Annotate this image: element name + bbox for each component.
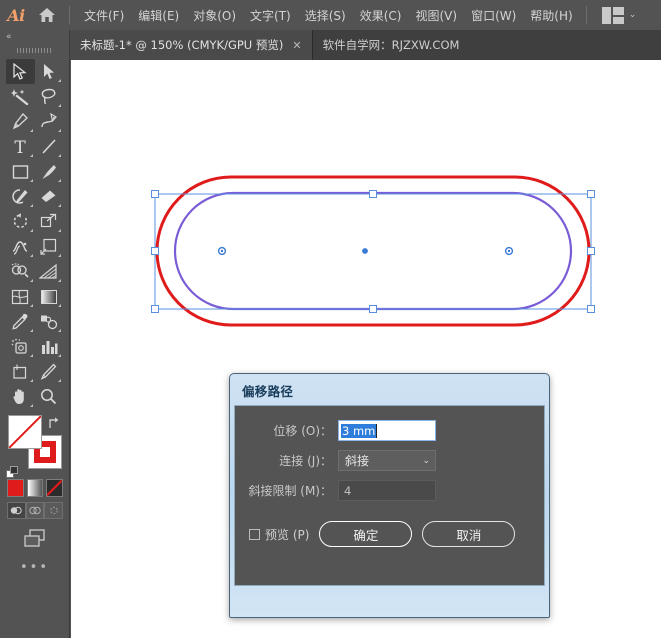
swap-fill-stroke-icon[interactable] (47, 415, 61, 429)
document-tab-bar: 未标题-1* @ 150% (CMYK/GPU 预览) ✕ 软件自学网：RJZX… (0, 30, 661, 60)
menu-item-edit[interactable]: 编辑(E) (131, 4, 186, 27)
offset-input-value: 3 mm (341, 423, 377, 438)
illustrator-logo: Ai (7, 5, 25, 25)
blend-tool[interactable] (35, 309, 64, 334)
selection-tool[interactable] (6, 59, 35, 84)
miter-limit-input[interactable]: 4 (338, 480, 436, 501)
lasso-tool[interactable] (35, 84, 64, 109)
preview-checkbox-group[interactable]: 预览 (P) (249, 526, 309, 543)
direct-selection-tool[interactable] (35, 59, 64, 84)
eraser-tool[interactable] (35, 184, 64, 209)
draw-normal-button[interactable] (7, 502, 26, 519)
selection-bounding-box (154, 193, 592, 310)
shaper-tool[interactable] (6, 184, 35, 209)
fill-stroke-controls (6, 415, 63, 478)
menu-item-effect[interactable]: 效果(C) (353, 4, 409, 27)
svg-text:T: T (15, 138, 27, 155)
tools-panel: « T ••• (0, 30, 70, 638)
menu-item-help[interactable]: 帮助(H) (523, 4, 579, 27)
miter-limit-field-row: 斜接限制 (M)： 4 (235, 480, 544, 501)
close-icon[interactable]: ✕ (292, 40, 301, 51)
draw-mode-row (7, 502, 64, 519)
chevron-down-icon: ⌄ (628, 9, 637, 20)
menu-item-window[interactable]: 窗口(W) (464, 4, 523, 27)
type-tool[interactable]: T (6, 134, 35, 159)
chevron-down-icon: ⌄ (422, 455, 430, 466)
collapse-panel-icon[interactable]: « (0, 30, 69, 44)
offset-input[interactable]: 3 mm (338, 420, 436, 441)
pen-tool[interactable] (6, 109, 35, 134)
joins-label: 连接 (J)： (279, 454, 332, 468)
dialog-title: 偏移路径 (242, 384, 294, 399)
hand-tool[interactable] (6, 384, 35, 409)
dialog-footer: 预览 (P) 确定 取消 (235, 510, 544, 547)
menu-item-type[interactable]: 文字(T) (243, 4, 298, 27)
gradient-tool[interactable] (35, 284, 64, 309)
original-path[interactable] (173, 191, 573, 311)
width-tool[interactable] (6, 234, 35, 259)
draw-inside-button[interactable] (44, 502, 64, 519)
tab-label: 软件自学网：RJZXW.COM (322, 38, 460, 52)
tab-watermark[interactable]: 软件自学网：RJZXW.COM (312, 30, 470, 60)
center-anchor-points[interactable] (217, 246, 514, 256)
workspace-grid-icon (601, 6, 624, 24)
offset-path-dialog[interactable]: 偏移路径 位移 (O)： 3 mm 连接 (J)： 斜接 ⌄ 斜接限制 (M)： (229, 373, 550, 618)
color-swatch-button[interactable] (7, 479, 24, 497)
screen-mode-button[interactable] (0, 528, 69, 550)
none-swatch-button[interactable] (46, 479, 64, 497)
paint-mode-row (7, 479, 64, 497)
tab-untitled-1[interactable]: 未标题-1* @ 150% (CMYK/GPU 预览) ✕ (70, 30, 313, 60)
menu-bar: Ai 文件(F) 编辑(E) 对象(O) 文字(T) 选择(S) 效果(C) 视… (0, 0, 661, 30)
offset-label: 位移 (O)： (273, 424, 332, 438)
scale-tool[interactable] (35, 209, 64, 234)
free-transform-tool[interactable] (35, 234, 64, 259)
mesh-tool[interactable] (6, 284, 35, 309)
paintbrush-tool[interactable] (35, 159, 64, 184)
workspace-switcher[interactable]: ⌄ (594, 6, 645, 24)
fill-swatch[interactable] (8, 415, 42, 449)
menu-item-file[interactable]: 文件(F) (77, 4, 131, 27)
tool-grid: T (0, 56, 69, 409)
offset-field-row: 位移 (O)： 3 mm (235, 420, 544, 441)
preview-checkbox[interactable] (249, 528, 260, 540)
illustrator-window: Ai 文件(F) 编辑(E) 对象(O) 文字(T) 选择(S) 效果(C) 视… (0, 0, 661, 638)
perspective-grid-tool[interactable] (35, 259, 64, 284)
ok-button[interactable]: 确定 (319, 521, 413, 547)
more-tools-button[interactable]: ••• (0, 560, 69, 575)
joins-field-row: 连接 (J)： 斜接 ⌄ (235, 450, 544, 471)
line-segment-tool[interactable] (35, 134, 64, 159)
column-graph-tool[interactable] (35, 334, 64, 359)
eyedropper-tool[interactable] (6, 309, 35, 334)
rotate-tool[interactable] (6, 209, 35, 234)
text-caret (376, 423, 378, 438)
dialog-body: 位移 (O)： 3 mm 连接 (J)： 斜接 ⌄ 斜接限制 (M)： 4 预览… (234, 405, 545, 586)
menu-items: 文件(F) 编辑(E) 对象(O) 文字(T) 选择(S) 效果(C) 视图(V… (77, 4, 580, 27)
menu-divider (69, 6, 70, 24)
draw-behind-button[interactable] (25, 502, 45, 519)
menu-item-view[interactable]: 视图(V) (408, 4, 464, 27)
cancel-button[interactable]: 取消 (422, 521, 516, 547)
menu-item-select[interactable]: 选择(S) (298, 4, 353, 27)
default-fill-stroke-icon[interactable] (6, 464, 19, 478)
magic-wand-tool[interactable] (6, 84, 35, 109)
preview-label: 预览 (P) (265, 527, 310, 542)
menu-divider-right (585, 6, 587, 24)
tab-label: 未标题-1* @ 150% (CMYK/GPU 预览) (80, 38, 284, 52)
panel-drag-handle[interactable] (0, 44, 69, 56)
artboard-tool[interactable] (6, 359, 35, 384)
symbol-sprayer-tool[interactable] (6, 334, 35, 359)
joins-select[interactable]: 斜接 ⌄ (338, 450, 436, 471)
joins-select-value: 斜接 (345, 454, 370, 468)
rectangle-tool[interactable] (6, 159, 35, 184)
zoom-tool[interactable] (35, 384, 64, 409)
home-icon[interactable] (32, 0, 62, 30)
slice-tool[interactable] (35, 359, 64, 384)
menu-item-object[interactable]: 对象(O) (186, 4, 243, 27)
curvature-tool[interactable] (35, 109, 64, 134)
gradient-swatch-button[interactable] (26, 479, 44, 497)
miter-limit-value: 4 (344, 483, 352, 498)
miter-limit-label: 斜接限制 (M)： (248, 484, 332, 498)
shape-builder-tool[interactable] (6, 259, 35, 284)
